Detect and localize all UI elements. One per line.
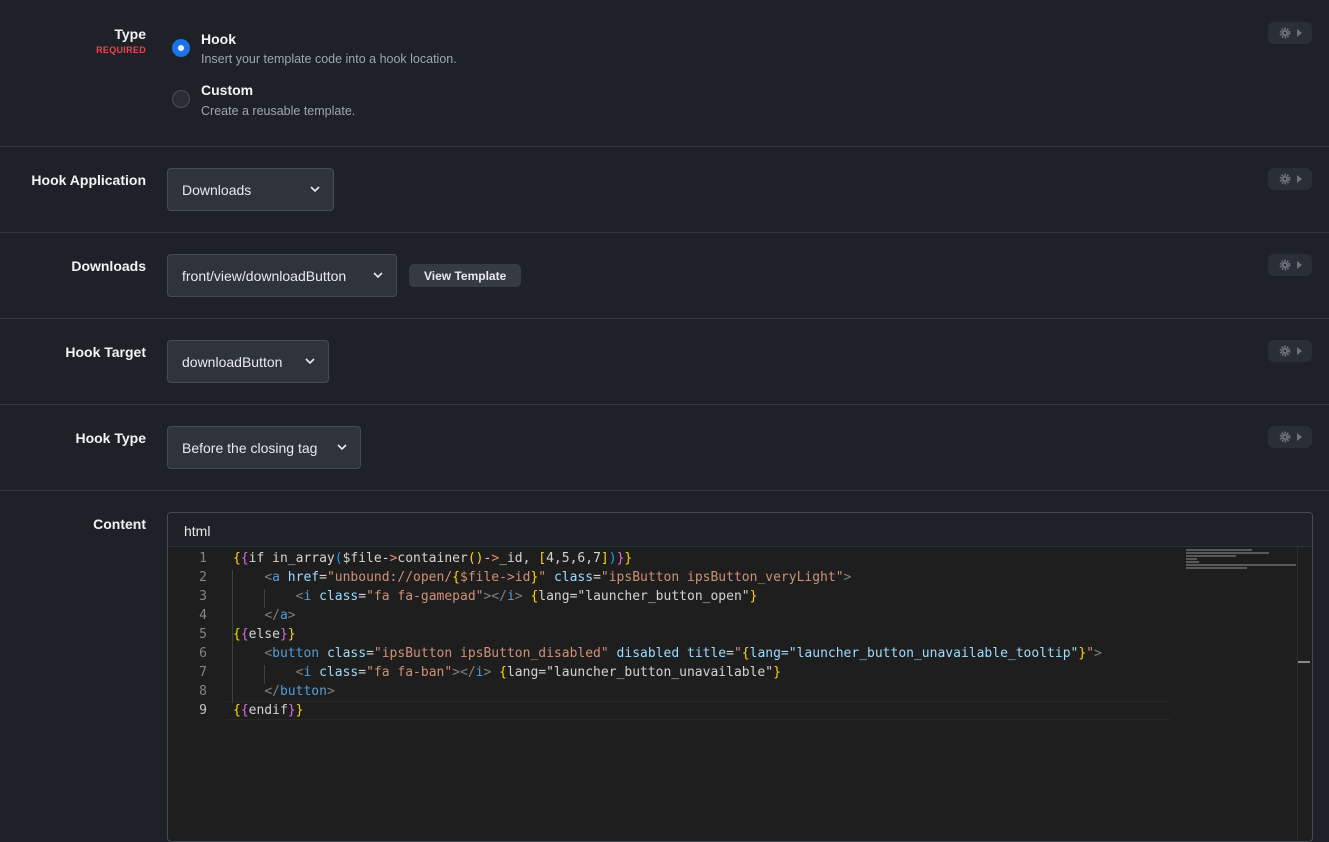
downloads-template-select[interactable]: front/view/downloadButton — [167, 254, 397, 297]
chevron-down-icon — [373, 272, 383, 279]
hook-type-row: Hook Type Before the closing tag — [0, 405, 1329, 491]
hook-target-label: Hook Target — [65, 344, 146, 360]
line-number: 2 — [199, 570, 207, 585]
hook-target-settings-button[interactable] — [1268, 340, 1312, 362]
caret-right-icon — [1296, 29, 1302, 37]
downloads-row: Downloads front/view/downloadButton — [0, 233, 1329, 319]
hook-application-row: Hook Application Downloads — [0, 147, 1329, 233]
type-label: Type — [114, 26, 146, 42]
chevron-down-icon — [337, 444, 347, 451]
hook-type-label: Hook Type — [75, 430, 146, 446]
line-number: 7 — [199, 665, 207, 680]
line-number: 9 — [199, 703, 207, 718]
line-number: 3 — [199, 589, 207, 604]
scrollbar-cursor-marker — [1298, 661, 1310, 663]
line-number: 5 — [199, 627, 207, 642]
gear-icon — [1279, 173, 1290, 185]
view-template-button[interactable]: View Template — [409, 264, 522, 287]
hook-application-value: Downloads — [182, 181, 252, 198]
hook-target-value: downloadButton — [182, 353, 283, 370]
code-text[interactable]: {{endif}} — [233, 701, 303, 720]
hook-target-row: Hook Target downloadButton — [0, 319, 1329, 405]
gear-icon — [1279, 259, 1290, 271]
hook-application-select[interactable]: Downloads — [167, 168, 334, 211]
type-row: Type REQUIRED Hook Insert your template … — [0, 0, 1329, 147]
chevron-down-icon — [305, 358, 315, 365]
chevron-down-icon — [310, 186, 320, 193]
editor-scrollbar[interactable] — [1297, 547, 1298, 841]
line-number: 4 — [199, 608, 207, 623]
hook-type-settings-button[interactable] — [1268, 426, 1312, 448]
code-text[interactable]: <i class="fa fa-ban"></i> {lang="launche… — [233, 663, 781, 682]
code-text[interactable]: {{else}} — [233, 625, 296, 644]
caret-right-icon — [1296, 175, 1302, 183]
gear-icon — [1279, 27, 1290, 39]
option-custom-desc: Create a reusable template. — [201, 104, 356, 118]
gear-icon — [1279, 345, 1290, 357]
gear-icon — [1279, 431, 1290, 443]
caret-right-icon — [1296, 261, 1302, 269]
code-text[interactable]: <i class="fa fa-gamepad"></i> {lang="lau… — [233, 587, 758, 606]
type-settings-button[interactable] — [1268, 22, 1312, 44]
hook-target-select[interactable]: downloadButton — [167, 340, 329, 383]
downloads-label: Downloads — [71, 258, 146, 274]
content-label: Content — [93, 516, 146, 532]
option-hook-title[interactable]: Hook — [201, 31, 236, 47]
code-text[interactable]: </a> — [233, 606, 295, 625]
code-text[interactable]: {{if in_array($file->container()->_id, [… — [233, 549, 632, 568]
code-text[interactable]: <button class="ipsButton ipsButton_disab… — [233, 644, 1102, 663]
line-number: 8 — [199, 684, 207, 699]
caret-right-icon — [1296, 433, 1302, 441]
option-custom-title[interactable]: Custom — [201, 82, 253, 98]
radio-custom[interactable] — [172, 90, 190, 108]
hook-type-value: Before the closing tag — [182, 439, 318, 456]
downloads-settings-button[interactable] — [1268, 254, 1312, 276]
option-hook-desc: Insert your template code into a hook lo… — [201, 52, 457, 66]
editor-language-tab: html — [168, 513, 1312, 547]
code-text[interactable]: </button> — [233, 682, 334, 701]
code-editor[interactable]: html 1 {{if in_array($file->container()->… — [167, 512, 1313, 842]
line-number: 6 — [199, 646, 207, 661]
hook-application-settings-button[interactable] — [1268, 168, 1312, 190]
hook-application-label: Hook Application — [31, 172, 146, 188]
downloads-template-value: front/view/downloadButton — [182, 267, 347, 284]
radio-hook[interactable] — [172, 39, 190, 57]
caret-right-icon — [1296, 347, 1302, 355]
editor-minimap[interactable] — [1186, 549, 1296, 573]
required-badge: REQUIRED — [96, 45, 146, 55]
current-line-highlight — [226, 701, 1170, 720]
line-number: 1 — [199, 551, 207, 566]
code-text[interactable]: <a href="unbound://open/{$file->id}" cla… — [233, 568, 851, 587]
hook-type-select[interactable]: Before the closing tag — [167, 426, 361, 469]
